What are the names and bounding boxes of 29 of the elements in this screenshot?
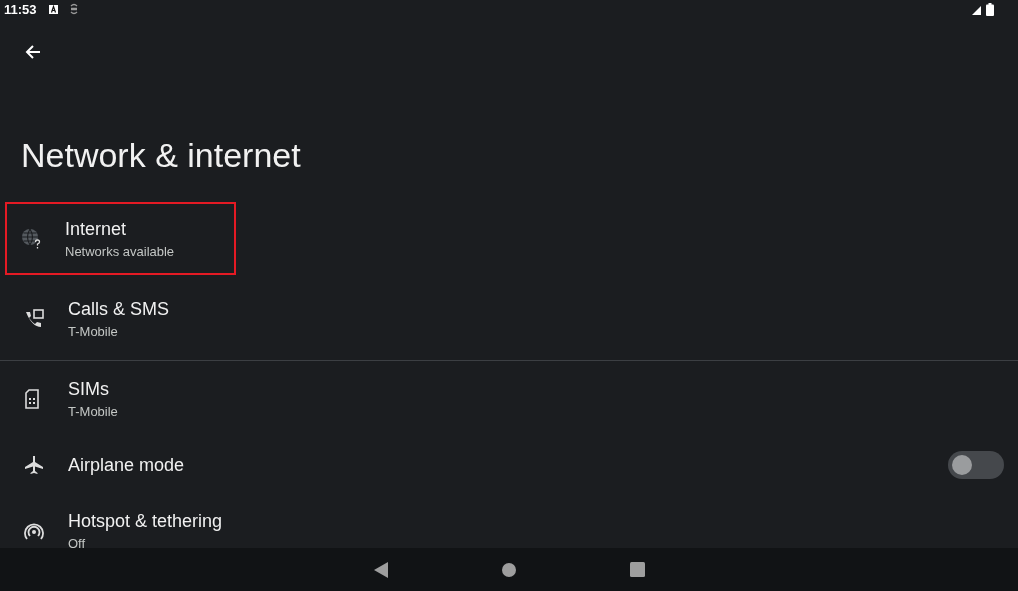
hotspot-icon bbox=[24, 521, 44, 541]
settings-item[interactable]: Internet Networks available bbox=[5, 202, 236, 275]
globe-question-icon bbox=[21, 227, 43, 250]
item-title: SIMs bbox=[68, 379, 110, 400]
phone-message-icon bbox=[24, 309, 44, 329]
back-icon[interactable] bbox=[373, 561, 388, 578]
battery-icon bbox=[986, 2, 994, 16]
settings-item[interactable]: Airplane mode bbox=[4, 437, 1018, 493]
back-arrow-icon bbox=[24, 43, 42, 61]
item-subtitle: Networks available bbox=[65, 243, 176, 259]
sim-card-icon bbox=[24, 389, 40, 409]
item-title: Airplane mode bbox=[68, 454, 186, 476]
item-title: Calls & SMS bbox=[68, 299, 171, 320]
item-subtitle: T-Mobile bbox=[68, 324, 119, 339]
airplane-icon bbox=[24, 455, 44, 475]
clock: 11:53 bbox=[4, 1, 37, 17]
notification-icon bbox=[48, 4, 58, 14]
home-icon[interactable] bbox=[501, 562, 516, 577]
sync-icon bbox=[69, 3, 78, 15]
page-title: Network & internet bbox=[21, 136, 302, 175]
item-title: Hotspot & tethering bbox=[68, 511, 224, 532]
item-title: Internet bbox=[65, 218, 128, 240]
settings-item[interactable]: SIMs T-Mobile bbox=[4, 361, 1018, 437]
toggle-switch[interactable] bbox=[948, 451, 1004, 479]
settings-item[interactable]: Hotspot & tethering Off bbox=[4, 493, 1018, 548]
item-subtitle: Off bbox=[68, 536, 87, 548]
item-subtitle: T-Mobile bbox=[68, 404, 119, 419]
settings-item[interactable]: Calls & SMS T-Mobile bbox=[4, 281, 1018, 357]
recents-icon[interactable] bbox=[629, 562, 645, 577]
